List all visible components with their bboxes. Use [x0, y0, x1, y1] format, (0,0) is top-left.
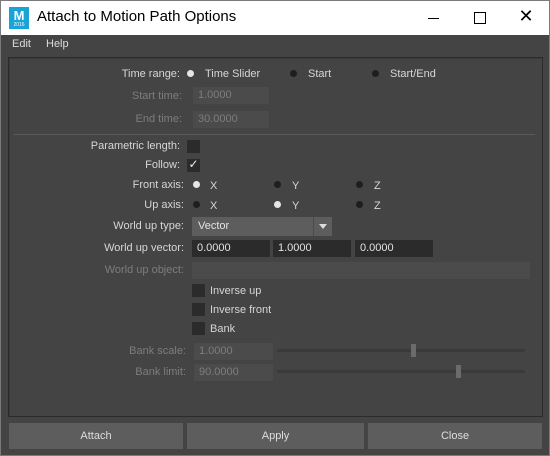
bank-scale-slider-handle[interactable]	[411, 344, 416, 357]
close-window-button[interactable]: ✕	[503, 1, 549, 35]
dialog-window: M 2016 Attach to Motion Path Options ✕ E…	[0, 0, 550, 456]
start-end-radio[interactable]	[372, 70, 379, 77]
up-axis-y-label: Y	[292, 200, 300, 212]
front-axis-y-radio[interactable]	[274, 181, 281, 188]
start-end-option-label: Start/End	[390, 68, 436, 80]
follow-checkbox[interactable]: ✓	[187, 157, 200, 172]
maya-app-icon: M 2016	[9, 7, 29, 29]
world-up-vector-y-field[interactable]: 1.0000	[273, 240, 351, 257]
close-button[interactable]: Close	[368, 423, 542, 449]
follow-label: Follow:	[145, 159, 180, 171]
world-up-vector-x-field[interactable]: 0.0000	[192, 240, 270, 257]
maximize-icon	[474, 12, 486, 24]
end-time-label: End time:	[135, 113, 182, 125]
parametric-length-checkbox[interactable]	[187, 140, 200, 153]
front-axis-label: Front axis:	[132, 179, 184, 191]
bank-limit-slider-handle[interactable]	[456, 365, 461, 378]
inverse-front-checkbox[interactable]	[192, 303, 205, 316]
maximize-button[interactable]	[457, 1, 503, 35]
end-time-field[interactable]: 30.0000	[193, 111, 269, 128]
bank-label: Bank	[210, 323, 236, 335]
bank-scale-field[interactable]: 1.0000	[194, 343, 273, 360]
world-up-type-label: World up type:	[113, 220, 184, 232]
front-axis-z-radio[interactable]	[356, 181, 363, 188]
front-axis-x-label: X	[210, 180, 218, 192]
up-axis-x-radio[interactable]	[193, 201, 200, 208]
bank-limit-slider-track[interactable]	[277, 370, 525, 373]
bank-limit-label: Bank limit:	[135, 366, 186, 378]
time-range-label: Time range:	[121, 68, 180, 80]
up-axis-z-radio[interactable]	[356, 201, 363, 208]
world-up-vector-label: World up vector:	[104, 242, 184, 254]
bank-limit-field[interactable]: 90.0000	[194, 364, 273, 381]
checkmark-icon: ✓	[188, 157, 199, 171]
start-time-field[interactable]: 1.0000	[193, 87, 269, 104]
inverse-front-label: Inverse front	[210, 304, 272, 316]
up-axis-x-label: X	[210, 200, 218, 212]
front-axis-z-label: Z	[374, 180, 381, 192]
options-panel: Time range: Time Slider Start Start/End …	[8, 57, 543, 417]
section-divider	[14, 134, 535, 135]
world-up-type-value: Vector	[198, 220, 230, 232]
chevron-down-icon	[313, 217, 332, 236]
time-slider-radio[interactable]	[187, 70, 194, 77]
attach-button[interactable]: Attach	[9, 423, 183, 449]
world-up-vector-z-field[interactable]: 0.0000	[355, 240, 433, 257]
world-up-object-label: World up object:	[104, 264, 184, 276]
start-option-label: Start	[308, 68, 332, 80]
bank-scale-slider-track[interactable]	[277, 349, 525, 352]
up-axis-label: Up axis:	[144, 199, 184, 211]
time-slider-option-label: Time Slider	[205, 68, 261, 80]
start-radio[interactable]	[290, 70, 297, 77]
window-title: Attach to Motion Path Options	[37, 8, 237, 25]
world-up-object-field[interactable]	[192, 262, 530, 279]
app-icon-letter: M	[13, 8, 25, 23]
up-axis-z-label: Z	[374, 200, 381, 212]
world-up-type-dropdown[interactable]: Vector	[192, 217, 332, 236]
close-icon: ✕	[518, 6, 534, 27]
minimize-icon	[428, 18, 439, 19]
parametric-length-label: Parametric length:	[90, 140, 180, 152]
menu-help[interactable]: Help	[46, 38, 69, 50]
start-time-label: Start time:	[131, 90, 182, 102]
title-bar[interactable]: M 2016 Attach to Motion Path Options ✕	[1, 1, 549, 35]
minimize-button[interactable]	[411, 1, 457, 35]
up-axis-y-radio[interactable]	[274, 201, 281, 208]
menu-edit[interactable]: Edit	[12, 38, 31, 50]
inverse-up-checkbox[interactable]	[192, 284, 205, 297]
menu-bar: Edit Help	[1, 35, 549, 54]
front-axis-y-label: Y	[292, 180, 300, 192]
apply-button[interactable]: Apply	[187, 423, 364, 449]
inverse-up-label: Inverse up	[210, 285, 262, 297]
app-icon-subtext: 2016	[13, 22, 25, 28]
bank-checkbox[interactable]	[192, 322, 205, 335]
bank-scale-label: Bank scale:	[129, 345, 186, 357]
front-axis-x-radio[interactable]	[193, 181, 200, 188]
